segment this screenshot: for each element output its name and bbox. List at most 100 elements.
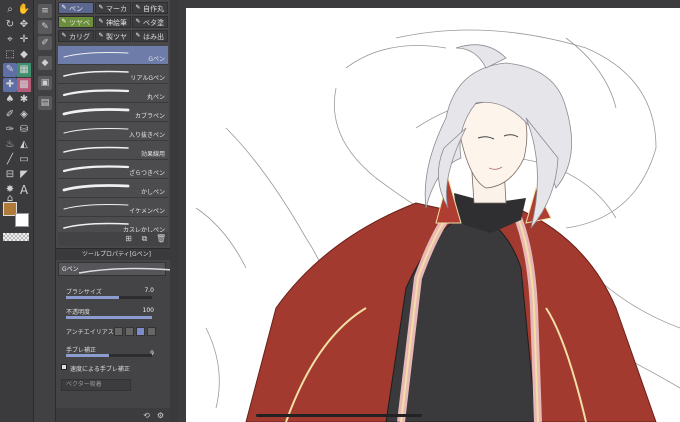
- brush-stroke-preview: [63, 204, 129, 210]
- brush-item[interactable]: 入り抜きペン: [58, 122, 168, 141]
- tab-pen[interactable]: ✎ ペン: [58, 2, 94, 14]
- reset-icon[interactable]: ⟲: [142, 411, 151, 420]
- move-layer-icon[interactable]: ✛: [17, 33, 31, 47]
- opacity-row[interactable]: 不透明度 100: [58, 307, 166, 327]
- tool-property-header: ツールプロパティ[Gペン]: [56, 249, 170, 260]
- vector-snap-field[interactable]: ベクター吸着: [61, 379, 131, 391]
- tab-custom-round[interactable]: ✎ 自作丸: [132, 2, 168, 14]
- brush-size-slider[interactable]: [66, 296, 152, 299]
- tool-property-panel: ツールプロパティ[Gペン] Gペン ブラシサイズ 7.0 不透明度 100 アン…: [56, 248, 174, 422]
- tab-flat-fill[interactable]: ✎ ベタ塗: [132, 16, 168, 28]
- brush-item[interactable]: リアルGペン: [58, 65, 168, 84]
- add-subtool-icon[interactable]: ⊞: [124, 234, 133, 243]
- spray-icon[interactable]: ✱: [17, 93, 31, 107]
- canvas-area: [178, 0, 680, 422]
- brush-item[interactable]: 効果線用: [58, 141, 168, 160]
- brush-stroke-preview: [63, 222, 129, 229]
- tab-label: はみ出: [143, 33, 164, 41]
- opacity-slider[interactable]: [66, 316, 152, 319]
- subtool-menu-icon[interactable]: ≡: [38, 4, 52, 18]
- brush-stroke-preview: [63, 70, 129, 77]
- tab-label: カリグ: [69, 33, 90, 41]
- subtool-brush-icon[interactable]: ✐: [38, 36, 52, 50]
- ruler-icon[interactable]: ◤: [17, 168, 31, 182]
- marker-tab-icon: ✎: [98, 4, 104, 11]
- pen-icon[interactable]: ✎: [3, 63, 17, 77]
- illustration: [195, 29, 680, 422]
- brush-stroke-preview: [62, 108, 130, 116]
- stabilization-row[interactable]: 手ブレ補正 9: [58, 345, 166, 365]
- antialias-weak-button[interactable]: [125, 327, 134, 336]
- panel-title: ツールプロパティ[Gペン]: [82, 251, 151, 258]
- speed-stabilization-checkbox[interactable]: [61, 364, 67, 370]
- sub-color-swatch[interactable]: [15, 213, 29, 227]
- drawing-canvas[interactable]: [186, 8, 680, 422]
- tab-label: 製ツヤ: [106, 33, 127, 41]
- brush-name: イケメンペン: [129, 208, 165, 215]
- tab-gloss[interactable]: ✎ ツヤベ: [58, 16, 94, 28]
- tab-calligraphy[interactable]: ✎ カリグ: [58, 30, 94, 42]
- operation-icon[interactable]: ⌖: [3, 33, 17, 47]
- brush-stroke-preview: [63, 52, 129, 58]
- opacity-label: 不透明度: [66, 309, 91, 316]
- brush-size-row[interactable]: ブラシサイズ 7.0: [58, 287, 166, 307]
- zoom-icon[interactable]: ⌕: [3, 3, 17, 17]
- decoration-icon[interactable]: ▩: [17, 78, 31, 92]
- tab-marker[interactable]: ✎ マーカ: [95, 2, 131, 14]
- subtool-panel-icon[interactable]: ▣: [38, 76, 52, 90]
- brush-stroke-preview: [63, 128, 129, 134]
- figure-icon[interactable]: ▭: [17, 153, 31, 167]
- antialias-medium-button[interactable]: [136, 327, 145, 336]
- blend-icon[interactable]: ✐: [3, 108, 17, 122]
- pattern-icon[interactable]: ▦: [17, 63, 31, 77]
- brush-stroke-preview: [63, 146, 129, 153]
- antialias-strong-button[interactable]: [147, 327, 156, 336]
- subtool-pen-icon[interactable]: ✎: [38, 20, 52, 34]
- copy-subtool-icon[interactable]: ⧉: [140, 234, 149, 243]
- speed-stabilization-label: 速度による手ブレ補正: [70, 366, 130, 373]
- clip-studio-window: ⌕ ✋ ↻ ✥ ⌖ ✛ ⬚ ◆ ✎ ▦ ✚ ▩ ♠ ✱ ✐ ◈ ✑ ⛁ ♨ ◭ …: [0, 0, 680, 422]
- tab-overflow[interactable]: ✎ はみ出: [132, 30, 168, 42]
- move-icon[interactable]: ✥: [17, 18, 31, 32]
- brush-item[interactable]: かしペン: [58, 179, 168, 198]
- text-icon[interactable]: A: [17, 183, 31, 197]
- selection-icon[interactable]: ⬚: [3, 48, 17, 62]
- eraser2-icon[interactable]: ◈: [17, 108, 31, 122]
- brush-list: Gペン リアルGペン 丸ペン カブラペン 入り抜きペン効果線用ざらつきペン かしペンイケメ…: [58, 46, 168, 236]
- fill-icon[interactable]: ⛁: [17, 123, 31, 137]
- hand-icon[interactable]: ✋: [17, 3, 31, 17]
- subtool-extra-icon[interactable]: ◆: [38, 56, 52, 70]
- water-icon[interactable]: ♨: [3, 138, 17, 152]
- opacity-value: 100: [142, 307, 154, 314]
- subtool-layer-icon[interactable]: ▤: [38, 96, 52, 110]
- tab-god-brush[interactable]: ✎ 神絵筆: [95, 16, 131, 28]
- brush-name: 効果線用: [140, 151, 165, 158]
- brush-size-label: ブラシサイズ: [66, 289, 102, 296]
- tab-label: ベタ塗: [143, 19, 164, 27]
- dropper-icon[interactable]: ✑: [3, 123, 17, 137]
- toolbar: ⌕ ✋ ↻ ✥ ⌖ ✛ ⬚ ◆ ✎ ▦ ✚ ▩ ♠ ✱ ✐ ◈ ✑ ⛁ ♨ ◭ …: [0, 0, 34, 422]
- balloon-icon[interactable]: ⌂: [3, 192, 17, 204]
- stabilization-slider[interactable]: [66, 354, 152, 357]
- eraser-icon[interactable]: ◆: [17, 48, 31, 62]
- brush-item[interactable]: 丸ペン: [58, 84, 168, 103]
- frame-icon[interactable]: ⊟: [3, 168, 17, 182]
- settings-icon[interactable]: ⚙: [156, 411, 165, 420]
- pencil-icon[interactable]: ✚: [3, 78, 17, 92]
- line-icon[interactable]: ╱: [3, 153, 17, 167]
- gradient-icon[interactable]: ◭: [17, 138, 31, 152]
- delete-subtool-icon[interactable]: 🗑: [156, 234, 166, 243]
- rotate-icon[interactable]: ↻: [3, 18, 17, 32]
- brush-item[interactable]: カブラペン: [58, 103, 168, 122]
- brush-tab-icon: ✎: [61, 32, 67, 39]
- transparent-color-swatch[interactable]: [3, 233, 29, 241]
- brush-tab-icon: ✎: [135, 32, 141, 39]
- brush-item[interactable]: ざらつきペン: [58, 160, 168, 179]
- antialias-none-button[interactable]: [114, 327, 123, 336]
- brush-icon[interactable]: ♠: [3, 93, 17, 107]
- tab-made-gloss[interactable]: ✎ 製ツヤ: [95, 30, 131, 42]
- brush-item[interactable]: イケメンペン: [58, 198, 168, 217]
- brush-item[interactable]: Gペン: [58, 46, 168, 65]
- brush-tab-icon: ✎: [98, 32, 104, 39]
- panel-divider[interactable]: [170, 0, 178, 422]
